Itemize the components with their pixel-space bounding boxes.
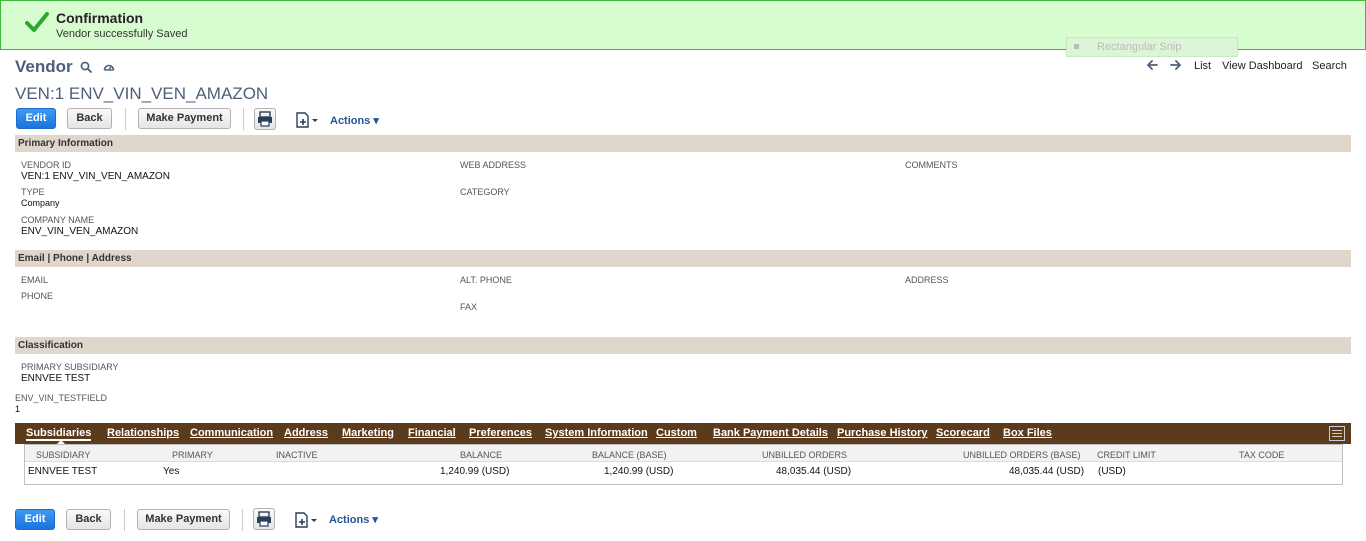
section-email-phone-address: Email | Phone | Address <box>15 250 1351 267</box>
edit-button[interactable]: Edit <box>16 108 56 129</box>
type-label: TYPE <box>21 187 45 197</box>
col-balance-base: BALANCE (BASE) <box>592 450 667 460</box>
tab-communication[interactable]: Communication <box>190 427 273 439</box>
address-label: ADDRESS <box>905 275 949 285</box>
make-payment-button-bottom[interactable]: Make Payment <box>137 509 230 530</box>
toolbar-divider <box>243 108 244 130</box>
category-label: CATEGORY <box>460 187 510 197</box>
tab-financial[interactable]: Financial <box>408 427 456 439</box>
cell-unbilled-orders-base: 48,035.44 (USD) <box>1009 466 1085 477</box>
print-button[interactable] <box>254 108 276 130</box>
tab-address[interactable]: Address <box>284 427 328 439</box>
rectangular-snip-overlay[interactable]: Rectangular Snip <box>1066 37 1238 57</box>
chevron-down-icon: ▾ <box>370 115 379 127</box>
checkmark-icon <box>25 12 49 32</box>
col-credit-limit: CREDIT LIMIT <box>1097 450 1156 460</box>
tab-subsidiaries[interactable]: Subsidiaries <box>26 427 92 441</box>
new-record-icon-bottom[interactable] <box>293 511 319 529</box>
cell-primary: Yes <box>163 466 180 477</box>
snip-label: Rectangular Snip <box>1097 41 1182 53</box>
col-balance: BALANCE <box>460 450 503 460</box>
vendor-id-label: VENDOR ID <box>21 160 72 170</box>
print-icon <box>258 111 272 127</box>
toolbar-divider <box>125 108 126 130</box>
col-tax-code: TAX CODE <box>1239 450 1285 460</box>
tab-preferences[interactable]: Preferences <box>469 427 532 439</box>
col-subsidiary: SUBSIDIARY <box>36 450 91 460</box>
cell-credit-limit: (USD) <box>1098 466 1126 477</box>
col-primary: PRIMARY <box>172 450 213 460</box>
tab-scorecard[interactable]: Scorecard <box>936 427 990 439</box>
alt-phone-label: ALT. PHONE <box>460 275 512 285</box>
banner-title: Confirmation <box>56 10 144 26</box>
actions-label: Actions <box>329 514 370 526</box>
search-link[interactable]: Search <box>1312 60 1347 72</box>
toolbar-divider <box>124 509 125 531</box>
col-inactive: INACTIVE <box>276 450 318 460</box>
search-icon[interactable] <box>79 60 93 74</box>
print-button-bottom[interactable] <box>253 508 275 530</box>
email-label: EMAIL <box>21 275 49 285</box>
section-primary-information: Primary Information <box>15 135 1351 152</box>
dashboard-icon[interactable] <box>102 60 116 74</box>
cell-subsidiary: ENNVEE TEST <box>28 466 98 477</box>
print-icon <box>257 511 271 527</box>
tab-box-files[interactable]: Box Files <box>1003 427 1052 439</box>
actions-label: Actions <box>330 115 371 127</box>
toolbar-divider <box>242 509 243 531</box>
page-title: Vendor <box>15 57 73 76</box>
phone-label: PHONE <box>21 291 54 301</box>
back-button-bottom[interactable]: Back <box>66 509 111 530</box>
primary-subsidiary-label: PRIMARY SUBSIDIARY <box>21 362 119 372</box>
company-name-label: COMPANY NAME <box>21 215 95 225</box>
cell-balance-base: 1,240.99 (USD) <box>604 466 674 477</box>
edit-button-bottom[interactable]: Edit <box>15 509 55 530</box>
banner-message: Vendor successfully Saved <box>56 28 188 40</box>
tab-custom[interactable]: Custom <box>656 427 697 439</box>
primary-subsidiary-value: ENNVEE TEST <box>21 373 91 384</box>
comments-label: COMMENTS <box>905 160 958 170</box>
new-record-icon[interactable] <box>294 111 320 129</box>
back-button[interactable]: Back <box>67 108 112 129</box>
list-link[interactable]: List <box>1194 60 1211 72</box>
actions-menu-bottom[interactable]: Actions ▾ <box>329 513 378 526</box>
tab-purchase-history[interactable]: Purchase History <box>837 427 927 439</box>
subsidiaries-sublist: SUBSIDIARY PRIMARY INACTIVE BALANCE BALA… <box>24 444 1343 485</box>
menu-icon[interactable] <box>1329 426 1345 441</box>
chevron-down-icon: ▾ <box>369 514 378 526</box>
record-name: VEN:1 ENV_VIN_VEN_AMAZON <box>15 84 269 103</box>
web-address-label: WEB ADDRESS <box>460 160 527 170</box>
type-value: Company <box>21 198 60 208</box>
cell-unbilled-orders: 48,035.44 (USD) <box>776 466 852 477</box>
forward-arrow-icon[interactable] <box>1169 58 1183 72</box>
tab-relationships[interactable]: Relationships <box>107 427 179 439</box>
custom-field-value: 1 <box>15 404 21 414</box>
snip-icon <box>1074 44 1079 49</box>
col-unbilled-orders: UNBILLED ORDERS <box>762 450 848 460</box>
custom-field-label: ENV_VIN_TESTFIELD <box>15 393 108 403</box>
tab-marketing[interactable]: Marketing <box>342 427 394 439</box>
tab-system-information[interactable]: System Information <box>545 427 648 439</box>
view-dashboard-link[interactable]: View Dashboard <box>1222 60 1303 72</box>
subtab-bar: Subsidiaries Relationships Communication… <box>15 423 1351 445</box>
make-payment-button[interactable]: Make Payment <box>138 108 231 129</box>
cell-balance: 1,240.99 (USD) <box>440 466 510 477</box>
fax-label: FAX <box>460 302 478 312</box>
section-classification: Classification <box>15 337 1351 354</box>
vendor-id-value: VEN:1 ENV_VIN_VEN_AMAZON <box>21 171 170 182</box>
actions-menu[interactable]: Actions ▾ <box>330 114 379 127</box>
back-arrow-icon[interactable] <box>1145 58 1159 72</box>
col-unbilled-orders-base: UNBILLED ORDERS (BASE) <box>963 450 1081 460</box>
tab-bank-payment-details[interactable]: Bank Payment Details <box>713 427 828 439</box>
company-name-value: ENV_VIN_VEN_AMAZON <box>21 226 139 237</box>
